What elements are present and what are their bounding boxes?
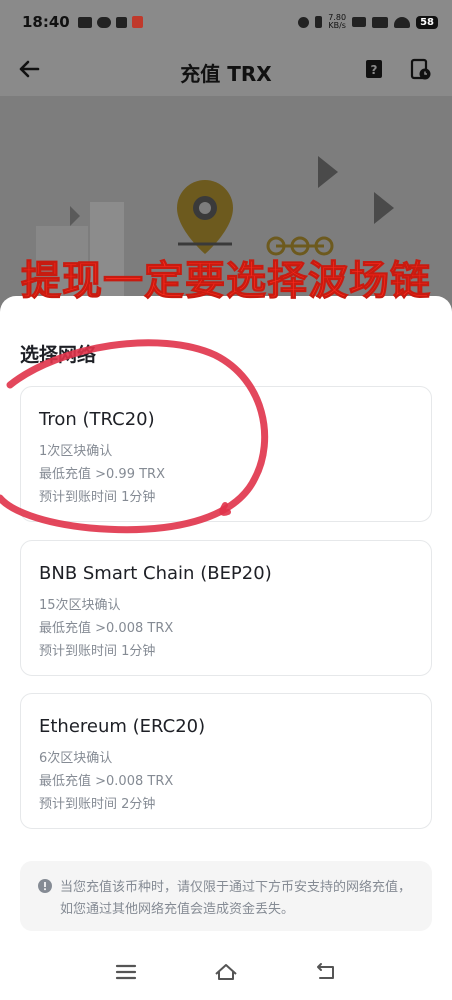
translate-icon (115, 16, 127, 28)
network-name: BNB Smart Chain (BEP20) (39, 563, 272, 584)
network-warning-notice: 当您充值该币种时，请仅限于通过下方币安支持的网络充值，如您通过其他网络充值会造成… (20, 861, 432, 931)
network-option-bnb[interactable]: BNB Smart Chain (BEP20) 15次区块确认 最低充值 >0.… (20, 540, 432, 676)
warning-banner-text: 提现一定要选择波场链 (21, 258, 431, 305)
signal-icon (372, 16, 389, 28)
sheet-title: 选择网络 (20, 344, 97, 366)
menu-icon[interactable] (114, 960, 138, 984)
system-nav-bar (0, 944, 452, 1000)
network-min-deposit: 最低充值 >0.99 TRX (39, 467, 165, 482)
help-doc-icon[interactable]: ? (362, 57, 386, 81)
network-confirmations: 15次区块确认 (39, 598, 121, 613)
network-name: Tron (TRC20) (39, 409, 155, 430)
battery-indicator: 58 (416, 15, 438, 29)
status-time: 18:40 (22, 13, 70, 31)
network-option-tron[interactable]: Tron (TRC20) 1次区块确认 最低充值 >0.99 TRX 预计到账时… (20, 386, 432, 522)
svg-text:?: ? (371, 63, 378, 77)
network-select-sheet: 选择网络 Tron (TRC20) 1次区块确认 最低充值 >0.99 TRX … (0, 296, 452, 1000)
network-arrival-time: 预计到账时间 2分钟 (39, 797, 156, 812)
alarm-icon (298, 16, 310, 28)
status-right: 7.80 KB/s 58 (298, 14, 438, 30)
message-icon (77, 16, 92, 28)
app-header: 充值 TRX ? (0, 44, 452, 96)
wifi-icon (394, 16, 411, 28)
network-confirmations: 1次区块确认 (39, 444, 113, 459)
status-bar: 18:40 7.80 KB/s 58 (0, 0, 452, 44)
network-arrival-time: 预计到账时间 1分钟 (39, 490, 156, 505)
network-min-deposit: 最低充值 >0.008 TRX (39, 774, 174, 789)
back-nav-icon[interactable] (314, 960, 338, 984)
history-icon[interactable] (408, 57, 432, 81)
notification-icons (77, 16, 143, 28)
hd-icon (352, 17, 367, 27)
network-min-deposit: 最低充值 >0.008 TRX (39, 621, 174, 636)
network-option-ethereum[interactable]: Ethereum (ERC20) 6次区块确认 最低充值 >0.008 TRX … (20, 693, 432, 829)
info-icon (38, 879, 52, 893)
home-icon[interactable] (214, 960, 238, 984)
network-speed: 7.80 KB/s (328, 13, 347, 30)
network-arrival-time: 预计到账时间 1分钟 (39, 644, 156, 659)
network-name: Ethereum (ERC20) (39, 716, 206, 737)
network-confirmations: 6次区块确认 (39, 751, 113, 766)
bluetooth-icon (315, 16, 323, 28)
notice-text: 当您充值该币种时，请仅限于通过下方币安支持的网络充值，如您通过其他网络充值会造成… (60, 880, 412, 917)
wechat-icon (96, 16, 111, 28)
tiktok-icon (131, 16, 143, 28)
